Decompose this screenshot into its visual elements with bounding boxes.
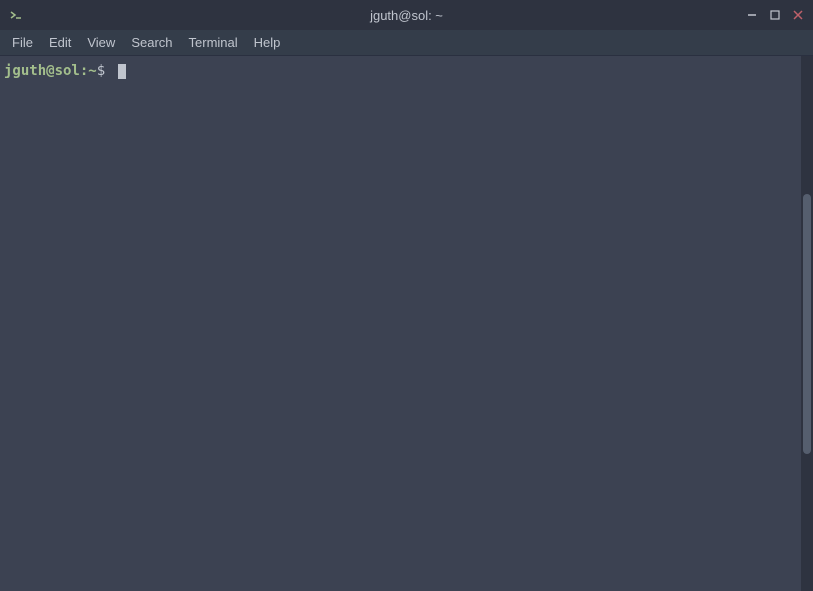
cursor bbox=[118, 64, 126, 79]
prompt-path: ~ bbox=[88, 62, 96, 82]
minimize-button[interactable] bbox=[745, 6, 760, 24]
menu-edit[interactable]: Edit bbox=[41, 33, 79, 52]
app-icon bbox=[8, 7, 24, 23]
terminal-body[interactable]: jguth@sol:~$ bbox=[0, 56, 801, 591]
menu-bar: File Edit View Search Terminal Help bbox=[0, 30, 813, 56]
scrollbar-track[interactable] bbox=[801, 56, 813, 591]
window-title: jguth@sol: ~ bbox=[68, 8, 745, 23]
menu-view[interactable]: View bbox=[79, 33, 123, 52]
title-bar-left bbox=[8, 7, 68, 23]
window-controls bbox=[745, 6, 805, 24]
maximize-button[interactable] bbox=[768, 6, 783, 24]
menu-search[interactable]: Search bbox=[123, 33, 180, 52]
terminal-prompt-line: jguth@sol:~$ bbox=[4, 62, 797, 82]
menu-file[interactable]: File bbox=[4, 33, 41, 52]
menu-terminal[interactable]: Terminal bbox=[181, 33, 246, 52]
menu-help[interactable]: Help bbox=[246, 33, 289, 52]
title-bar: jguth@sol: ~ bbox=[0, 0, 813, 30]
prompt-dollar: $ bbox=[97, 62, 114, 82]
scrollbar-thumb[interactable] bbox=[803, 194, 811, 454]
prompt-user-host: jguth@sol: bbox=[4, 62, 88, 82]
close-button[interactable] bbox=[790, 6, 805, 24]
terminal-container: jguth@sol:~$ bbox=[0, 56, 813, 591]
